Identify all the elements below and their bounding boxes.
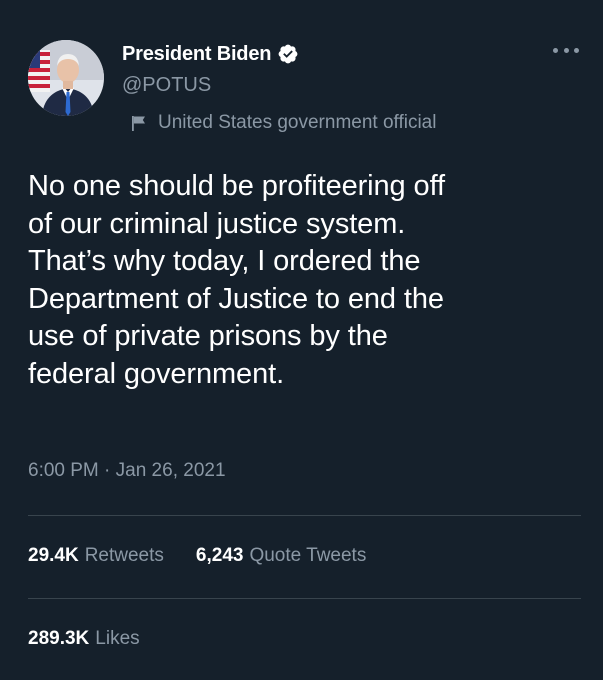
display-name[interactable]: President Biden bbox=[122, 43, 271, 66]
avatar[interactable] bbox=[28, 40, 104, 116]
retweet-stats-row: 29.4K Retweets 6,243 Quote Tweets bbox=[28, 545, 398, 567]
government-label-text: United States government official bbox=[158, 112, 437, 133]
author-name-row[interactable]: President Biden bbox=[122, 42, 299, 66]
quote-tweets-stat[interactable]: 6,243 Quote Tweets bbox=[196, 545, 366, 567]
likes-label: Likes bbox=[95, 628, 140, 649]
more-options-icon[interactable] bbox=[553, 40, 579, 60]
likes-stat[interactable]: 289.3K Likes bbox=[28, 628, 140, 650]
dot bbox=[563, 47, 569, 53]
retweets-label: Retweets bbox=[84, 545, 164, 566]
divider bbox=[28, 515, 581, 516]
retweets-stat[interactable]: 29.4K Retweets bbox=[28, 545, 164, 567]
dot bbox=[574, 47, 579, 53]
author-handle[interactable]: @POTUS bbox=[122, 74, 211, 97]
likes-stats-row: 289.3K Likes bbox=[28, 628, 172, 650]
divider bbox=[28, 598, 581, 599]
quote-tweets-label: Quote Tweets bbox=[249, 545, 367, 566]
dot bbox=[553, 47, 558, 53]
flag-icon bbox=[130, 114, 148, 132]
likes-count: 289.3K bbox=[28, 628, 90, 649]
quote-tweets-count: 6,243 bbox=[195, 545, 244, 566]
verified-badge-icon bbox=[277, 43, 299, 65]
government-label: United States government official bbox=[130, 112, 436, 134]
tweet-timestamp[interactable]: 6:00 PM · Jan 26, 2021 bbox=[28, 460, 226, 482]
tweet-text: No one should be profiteering off of our… bbox=[28, 170, 445, 390]
tweet-card: President Biden @POTUS United States gov… bbox=[0, 0, 603, 680]
retweets-count: 29.4K bbox=[28, 545, 79, 566]
